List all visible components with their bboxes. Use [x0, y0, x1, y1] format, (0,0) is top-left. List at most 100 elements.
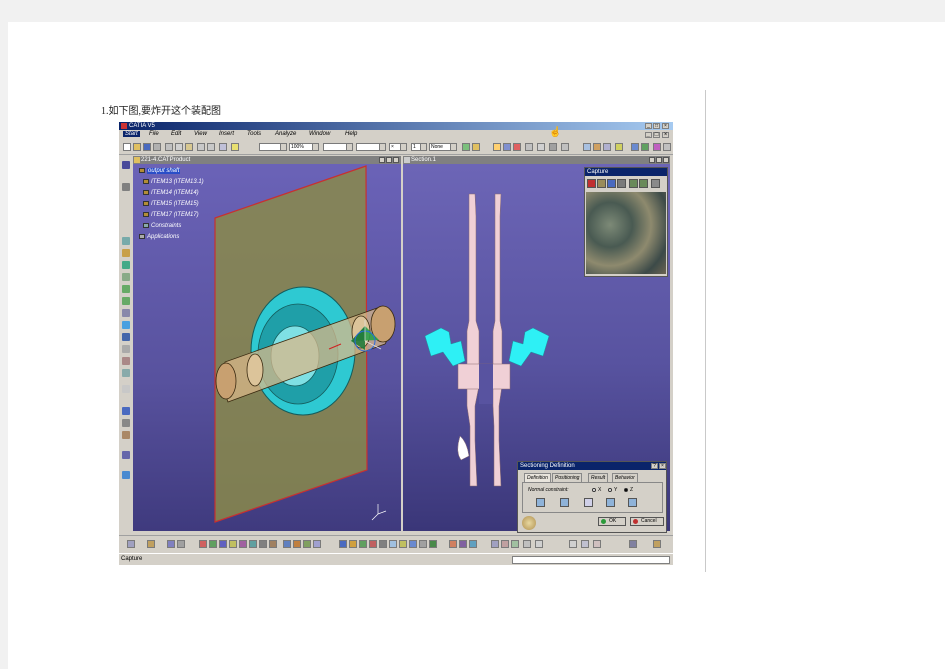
scene-icon[interactable] [389, 540, 397, 548]
existing-component-icon[interactable] [177, 540, 185, 548]
contact-icon[interactable] [209, 540, 217, 548]
bom-tool-icon[interactable] [429, 540, 437, 548]
section-box-icon[interactable] [584, 498, 593, 507]
catalog-tool-icon[interactable] [449, 540, 457, 548]
info-icon[interactable] [615, 143, 623, 151]
sectioning-icon[interactable] [122, 385, 130, 393]
zoom-combo[interactable]: 100% [289, 143, 319, 151]
tree-item[interactable]: Constraints [143, 223, 181, 229]
capture-save-icon[interactable] [639, 179, 648, 188]
radio-z[interactable] [624, 488, 628, 492]
redo-icon[interactable] [207, 143, 215, 151]
compass-tool-icon[interactable] [653, 540, 661, 548]
dialog-help-button[interactable]: ? [651, 463, 658, 469]
menu-help[interactable]: Help [345, 131, 357, 137]
whats-this-icon[interactable] [219, 143, 227, 151]
analysis-icon[interactable] [653, 143, 661, 151]
replace-icon[interactable] [293, 540, 301, 548]
pan-icon[interactable] [122, 261, 130, 269]
zoom-in-icon[interactable] [122, 285, 130, 293]
menu-window[interactable]: Window [309, 131, 330, 137]
lineweight-combo[interactable] [356, 143, 386, 151]
wire-icon[interactable] [593, 540, 601, 548]
tab-definition[interactable]: Definition [524, 473, 551, 482]
sectioning-tool-icon[interactable] [409, 540, 417, 548]
move-icon[interactable] [147, 540, 155, 548]
capture-record-icon[interactable] [587, 179, 596, 188]
grid-icon[interactable] [569, 540, 577, 548]
smart-move-icon[interactable] [349, 540, 357, 548]
shading-icon[interactable] [122, 345, 130, 353]
graphic-properties-icon[interactable] [472, 143, 480, 151]
radio-x[interactable] [592, 488, 596, 492]
print-icon[interactable] [153, 143, 161, 151]
menu-start[interactable]: Start [123, 131, 140, 137]
new-icon[interactable] [123, 143, 131, 151]
annotation-icon[interactable] [469, 540, 477, 548]
section-slice-icon[interactable] [560, 498, 569, 507]
count-combo[interactable]: 1 [411, 143, 427, 151]
capture-tool-icon[interactable] [549, 143, 557, 151]
command-input[interactable] [512, 556, 670, 564]
cut-icon[interactable] [165, 143, 173, 151]
section-invert-icon[interactable] [628, 498, 637, 507]
manipulate-icon[interactable] [379, 540, 387, 548]
fix-icon[interactable] [239, 540, 247, 548]
product-icon[interactable] [641, 143, 649, 151]
component-icon[interactable] [167, 540, 175, 548]
workbench-icon[interactable] [631, 143, 639, 151]
offset-icon[interactable] [219, 540, 227, 548]
scenes-icon[interactable] [122, 471, 130, 479]
section-plane-icon[interactable] [536, 498, 545, 507]
render-icon[interactable] [501, 540, 509, 548]
fly-mode-icon[interactable] [122, 237, 130, 245]
clash-analysis-icon[interactable] [399, 540, 407, 548]
stop-clash-icon[interactable] [369, 540, 377, 548]
menu-insert[interactable]: Insert [219, 131, 234, 137]
reorder-icon[interactable] [303, 540, 311, 548]
iso-view-icon[interactable] [122, 333, 130, 341]
close-button[interactable]: × [662, 123, 669, 129]
tree-item[interactable]: ITEM13 (ITEM13.1) [143, 179, 204, 185]
document-icon[interactable] [561, 143, 569, 151]
measure-item-icon[interactable] [535, 540, 543, 548]
bom-icon[interactable] [122, 451, 130, 459]
clash-icon[interactable] [122, 431, 130, 439]
multi-view-icon[interactable] [122, 321, 130, 329]
options-icon[interactable] [663, 143, 671, 151]
swap-space-icon[interactable] [122, 369, 130, 377]
pointer-icon[interactable] [122, 183, 130, 191]
menu-tools[interactable]: Tools [247, 131, 261, 137]
explode-icon[interactable] [122, 419, 130, 427]
section-reset-icon[interactable] [606, 498, 615, 507]
tab-result[interactable]: Result [588, 473, 609, 482]
snap-icon[interactable] [339, 540, 347, 548]
tree-item[interactable]: Applications [139, 234, 179, 240]
view-mode-icon[interactable] [491, 540, 499, 548]
tree-item[interactable]: ITEM15 (ITEM15) [143, 201, 199, 207]
tab-behavior[interactable]: Behavior [612, 473, 638, 482]
manipulation-icon[interactable] [122, 407, 130, 415]
tree-item[interactable]: ITEM17 (ITEM17) [143, 212, 199, 218]
zoom-out-icon[interactable] [122, 297, 130, 305]
menu-file[interactable]: File [149, 131, 159, 137]
table-icon[interactable] [629, 540, 637, 548]
capture-options-icon[interactable] [617, 179, 626, 188]
capture-select-icon[interactable] [597, 179, 606, 188]
color-combo[interactable] [259, 143, 287, 151]
save-icon[interactable] [143, 143, 151, 151]
explode-tool-icon[interactable] [359, 540, 367, 548]
tab-positioning[interactable]: Positioning [552, 473, 583, 482]
scan-icon[interactable] [525, 143, 533, 151]
coincidence-icon[interactable] [199, 540, 207, 548]
fix-together-icon[interactable] [249, 540, 257, 548]
undo-icon[interactable] [197, 143, 205, 151]
update-icon[interactable] [283, 540, 291, 548]
product-structure-icon[interactable] [127, 540, 135, 548]
numbering-icon[interactable] [313, 540, 321, 548]
constraint-icon[interactable] [122, 161, 130, 169]
doc-minimize-button[interactable]: _ [645, 132, 652, 138]
measure-icon[interactable] [603, 143, 611, 151]
help-icon[interactable] [231, 143, 239, 151]
angle-icon[interactable] [229, 540, 237, 548]
